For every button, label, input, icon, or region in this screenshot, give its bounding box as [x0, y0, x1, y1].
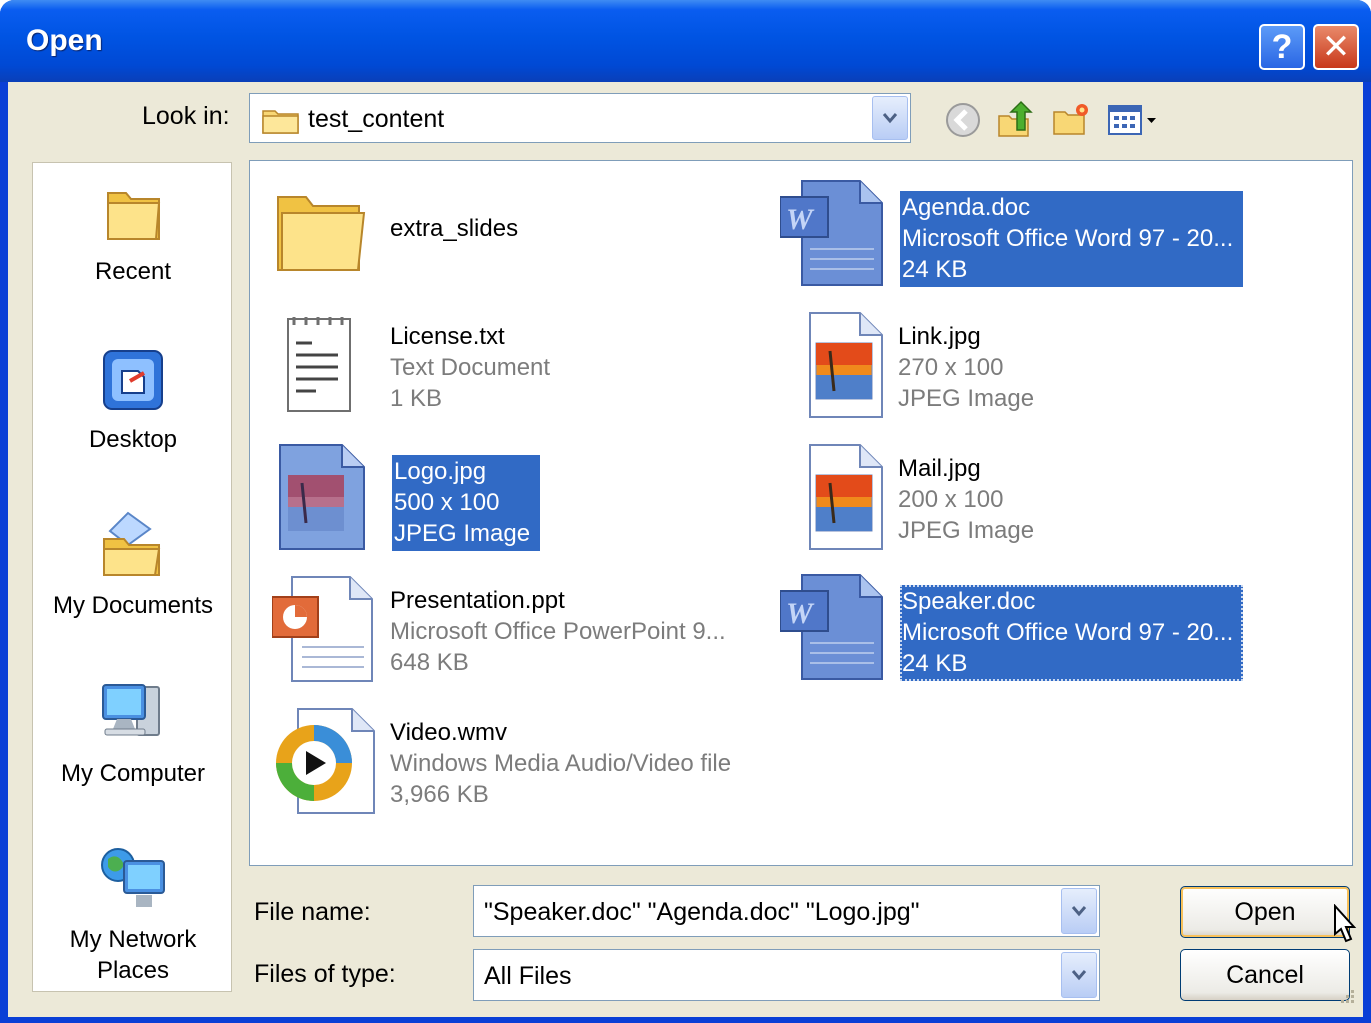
- file-list-view[interactable]: extra_slides W Agenda.doc Microsoft Offi…: [249, 160, 1353, 866]
- files-of-type-label: Files of type:: [254, 960, 396, 988]
- folder-icon: [262, 106, 300, 139]
- views-menu-icon[interactable]: [1105, 100, 1161, 140]
- chevron-down-icon[interactable]: [1061, 888, 1097, 934]
- file-name: Mail.jpg: [898, 455, 981, 482]
- place-recent[interactable]: Recent: [33, 181, 233, 287]
- powerpoint-icon: [271, 575, 382, 685]
- place-desktop[interactable]: Desktop: [33, 345, 233, 455]
- file-name: Speaker.doc: [902, 588, 1036, 615]
- folder-icon: [272, 183, 382, 293]
- places-bar: Recent Desktop My Documents My Computer: [32, 162, 232, 992]
- file-type: Windows Media Audio/Video file: [390, 750, 732, 777]
- window-title: Open: [26, 24, 103, 57]
- file-type: Microsoft Office PowerPoint 9...: [390, 618, 726, 645]
- desktop-icon: [33, 345, 233, 420]
- file-name: License.txt: [390, 323, 505, 350]
- file-type: Text Document: [390, 354, 551, 381]
- place-network[interactable]: My Network Places: [33, 841, 233, 986]
- file-type: JPEG Image: [898, 517, 1035, 544]
- close-button[interactable]: ✕: [1313, 24, 1359, 70]
- file-tile-mail-jpg[interactable]: Mail.jpg 200 x 100 JPEG Image: [780, 443, 1280, 553]
- media-player-icon: [272, 707, 382, 817]
- dialog-client-area: Look in: test_content Recent Desktop My …: [8, 82, 1363, 1017]
- open-dialog: Open ? ✕ Look in: test_content Recent De…: [0, 0, 1371, 1023]
- svg-text:W: W: [786, 597, 815, 630]
- help-button[interactable]: ?: [1259, 24, 1305, 70]
- chevron-down-icon[interactable]: [1061, 952, 1097, 998]
- my-documents-icon: [33, 509, 233, 586]
- chevron-down-icon[interactable]: [872, 96, 908, 140]
- file-type: Microsoft Office Word 97 - 20...: [902, 225, 1234, 252]
- new-folder-icon[interactable]: [1051, 100, 1091, 140]
- files-of-type-value: All Files: [484, 962, 572, 990]
- file-name: Video.wmv: [390, 719, 507, 746]
- file-tile-video-wmv[interactable]: Video.wmv Windows Media Audio/Video file…: [272, 707, 772, 817]
- word-doc-icon: W: [779, 573, 890, 683]
- file-tile-speaker-doc[interactable]: W Speaker.doc Microsoft Office Word 97 -…: [779, 573, 1280, 683]
- back-icon[interactable]: [943, 100, 983, 140]
- file-dimensions: 500 x 100: [394, 489, 500, 516]
- jpeg-image-icon: [272, 443, 382, 553]
- word-doc-icon: W: [779, 179, 890, 289]
- file-name-value: "Speaker.doc" "Agenda.doc" "Logo.jpg": [484, 898, 920, 926]
- file-size: 3,966 KB: [390, 781, 489, 808]
- files-of-type-dropdown[interactable]: All Files: [473, 949, 1100, 1001]
- file-name: Link.jpg: [898, 323, 981, 350]
- look-in-value: test_content: [308, 105, 445, 133]
- up-folder-icon[interactable]: [995, 100, 1035, 140]
- mouse-cursor-icon: [1325, 903, 1357, 953]
- network-places-icon: [33, 841, 233, 920]
- file-name-label: File name:: [254, 898, 371, 926]
- jpeg-image-icon: [780, 443, 890, 553]
- look-in-label: Look in:: [142, 102, 230, 130]
- file-name: Presentation.ppt: [390, 587, 565, 614]
- file-name: extra_slides: [390, 215, 519, 242]
- file-size: 648 KB: [390, 649, 469, 676]
- svg-text:W: W: [786, 203, 815, 236]
- file-dimensions: 270 x 100: [898, 354, 1004, 381]
- resize-grip-icon[interactable]: [1337, 988, 1357, 1013]
- file-tile-extra-slides[interactable]: extra_slides: [272, 183, 772, 293]
- place-my-documents[interactable]: My Documents: [33, 509, 233, 621]
- file-type: Microsoft Office Word 97 - 20...: [902, 619, 1234, 646]
- text-file-icon: [272, 311, 382, 421]
- file-type: JPEG Image: [394, 520, 531, 547]
- file-size: 1 KB: [390, 385, 443, 412]
- look-in-dropdown[interactable]: test_content: [249, 93, 911, 143]
- cancel-button[interactable]: Cancel: [1180, 949, 1350, 1001]
- jpeg-image-icon: [780, 311, 890, 421]
- file-name-input[interactable]: "Speaker.doc" "Agenda.doc" "Logo.jpg": [473, 885, 1100, 937]
- file-size: 24 KB: [902, 650, 968, 677]
- file-size: 24 KB: [902, 256, 968, 283]
- file-tile-link-jpg[interactable]: Link.jpg 270 x 100 JPEG Image: [780, 311, 1280, 421]
- file-name: Logo.jpg: [394, 458, 487, 485]
- file-type: JPEG Image: [898, 385, 1035, 412]
- title-bar[interactable]: Open ? ✕: [0, 0, 1371, 82]
- my-computer-icon: [33, 677, 233, 754]
- file-tile-logo-jpg[interactable]: Logo.jpg 500 x 100 JPEG Image: [272, 443, 772, 553]
- file-name: Agenda.doc: [902, 194, 1031, 221]
- file-tile-license-txt[interactable]: License.txt Text Document 1 KB: [272, 311, 772, 421]
- file-dimensions: 200 x 100: [898, 486, 1004, 513]
- file-tile-presentation-ppt[interactable]: Presentation.ppt Microsoft Office PowerP…: [271, 575, 772, 685]
- place-my-computer[interactable]: My Computer: [33, 677, 233, 789]
- file-tile-agenda-doc[interactable]: W Agenda.doc Microsoft Office Word 97 - …: [779, 179, 1280, 289]
- recent-folder-icon: [33, 181, 233, 252]
